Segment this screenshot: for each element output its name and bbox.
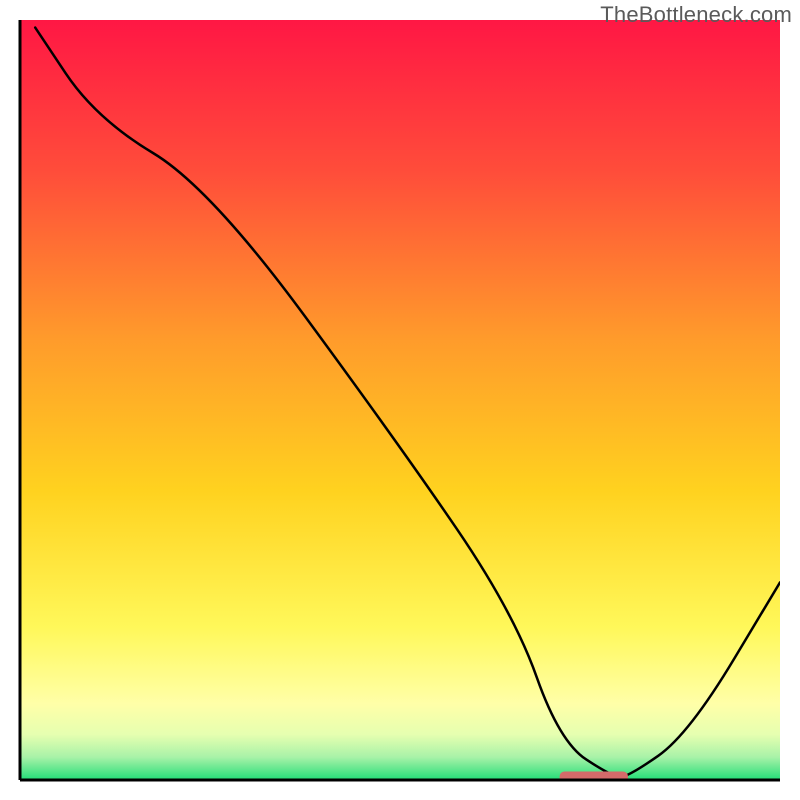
bottleneck-chart — [0, 0, 800, 800]
chart-container: TheBottleneck.com — [0, 0, 800, 800]
chart-background — [20, 20, 780, 780]
